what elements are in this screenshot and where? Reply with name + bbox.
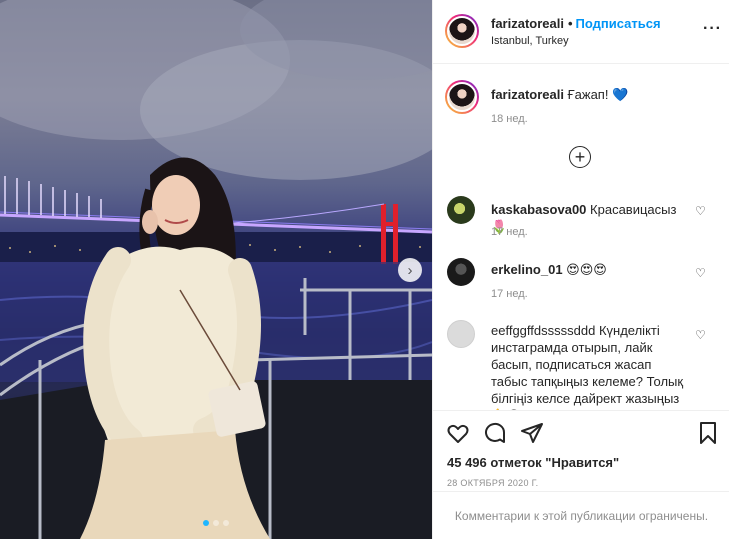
comment-username[interactable]: kaskabasova00 [491, 202, 586, 217]
comment: eeffggffdsssssddd Күнделікті инстаграмда… [433, 320, 729, 410]
post-sidebar: farizatoreali • Подписаться Istanbul, Turk… [432, 0, 729, 539]
caption-time[interactable]: 18 нед. [491, 113, 528, 125]
separator-dot: • [567, 16, 573, 31]
comment-username[interactable]: erkelino_01 [491, 262, 563, 277]
share-icon[interactable] [520, 421, 544, 445]
comments-closed-notice: Комментарии к этой публикации ограничены… [433, 491, 729, 539]
post-header: farizatoreali • Подписаться Istanbul, Turk… [433, 0, 729, 64]
heart-icon[interactable]: ♡ [695, 328, 706, 342]
commenter-avatar[interactable] [447, 320, 475, 348]
comment-text: 😍😍😍 [566, 262, 607, 277]
photo-illustration [0, 0, 432, 539]
carousel-indicator [0, 520, 432, 526]
commenter-avatar[interactable] [447, 258, 475, 286]
caption-text: Ғажап! [567, 87, 609, 102]
follow-button[interactable]: Подписаться [576, 16, 661, 31]
comment-icon[interactable] [483, 421, 507, 445]
author-username[interactable]: farizatoreali [491, 16, 564, 31]
avatar[interactable] [445, 14, 479, 48]
caption-avatar[interactable] [445, 80, 479, 114]
carousel-dot [213, 520, 219, 526]
comment-time[interactable]: 17 нед. [491, 226, 528, 238]
heart-icon[interactable] [446, 421, 470, 445]
carousel-dot [203, 520, 209, 526]
location-link[interactable]: Istanbul, Turkey [491, 35, 569, 47]
likes-count[interactable]: 45 496 отметок "Нравится" [447, 455, 619, 470]
next-photo-button[interactable]: › [398, 258, 422, 282]
heart-icon[interactable]: ♡ [695, 204, 706, 218]
commenter-avatar[interactable] [447, 196, 475, 224]
post-date[interactable]: 28 ОКТЯБРЯ 2020 Г. [447, 478, 538, 488]
heart-emoji: 💙 [612, 87, 629, 102]
post: › farizatoreali • Подписаться Istanbul, Tu… [0, 0, 729, 539]
caption: farizatoreali Ғажап! 💙 [491, 87, 628, 103]
carousel-dot [223, 520, 229, 526]
plus-circle-icon[interactable]: + [569, 146, 591, 168]
heart-icon[interactable]: ♡ [695, 266, 706, 280]
bookmark-icon[interactable] [696, 421, 720, 445]
chevron-right-icon: › [407, 261, 413, 279]
post-actions: 45 496 отметок "Нравится" 28 ОКТЯБРЯ 202… [433, 410, 729, 538]
more-icon[interactable]: ··· [703, 20, 722, 38]
comment-username[interactable]: eeffggffdsssssddd [491, 323, 595, 338]
caption-username[interactable]: farizatoreali [491, 87, 564, 102]
comment-time[interactable]: 17 нед. [491, 288, 528, 300]
post-photo: › [0, 0, 432, 539]
